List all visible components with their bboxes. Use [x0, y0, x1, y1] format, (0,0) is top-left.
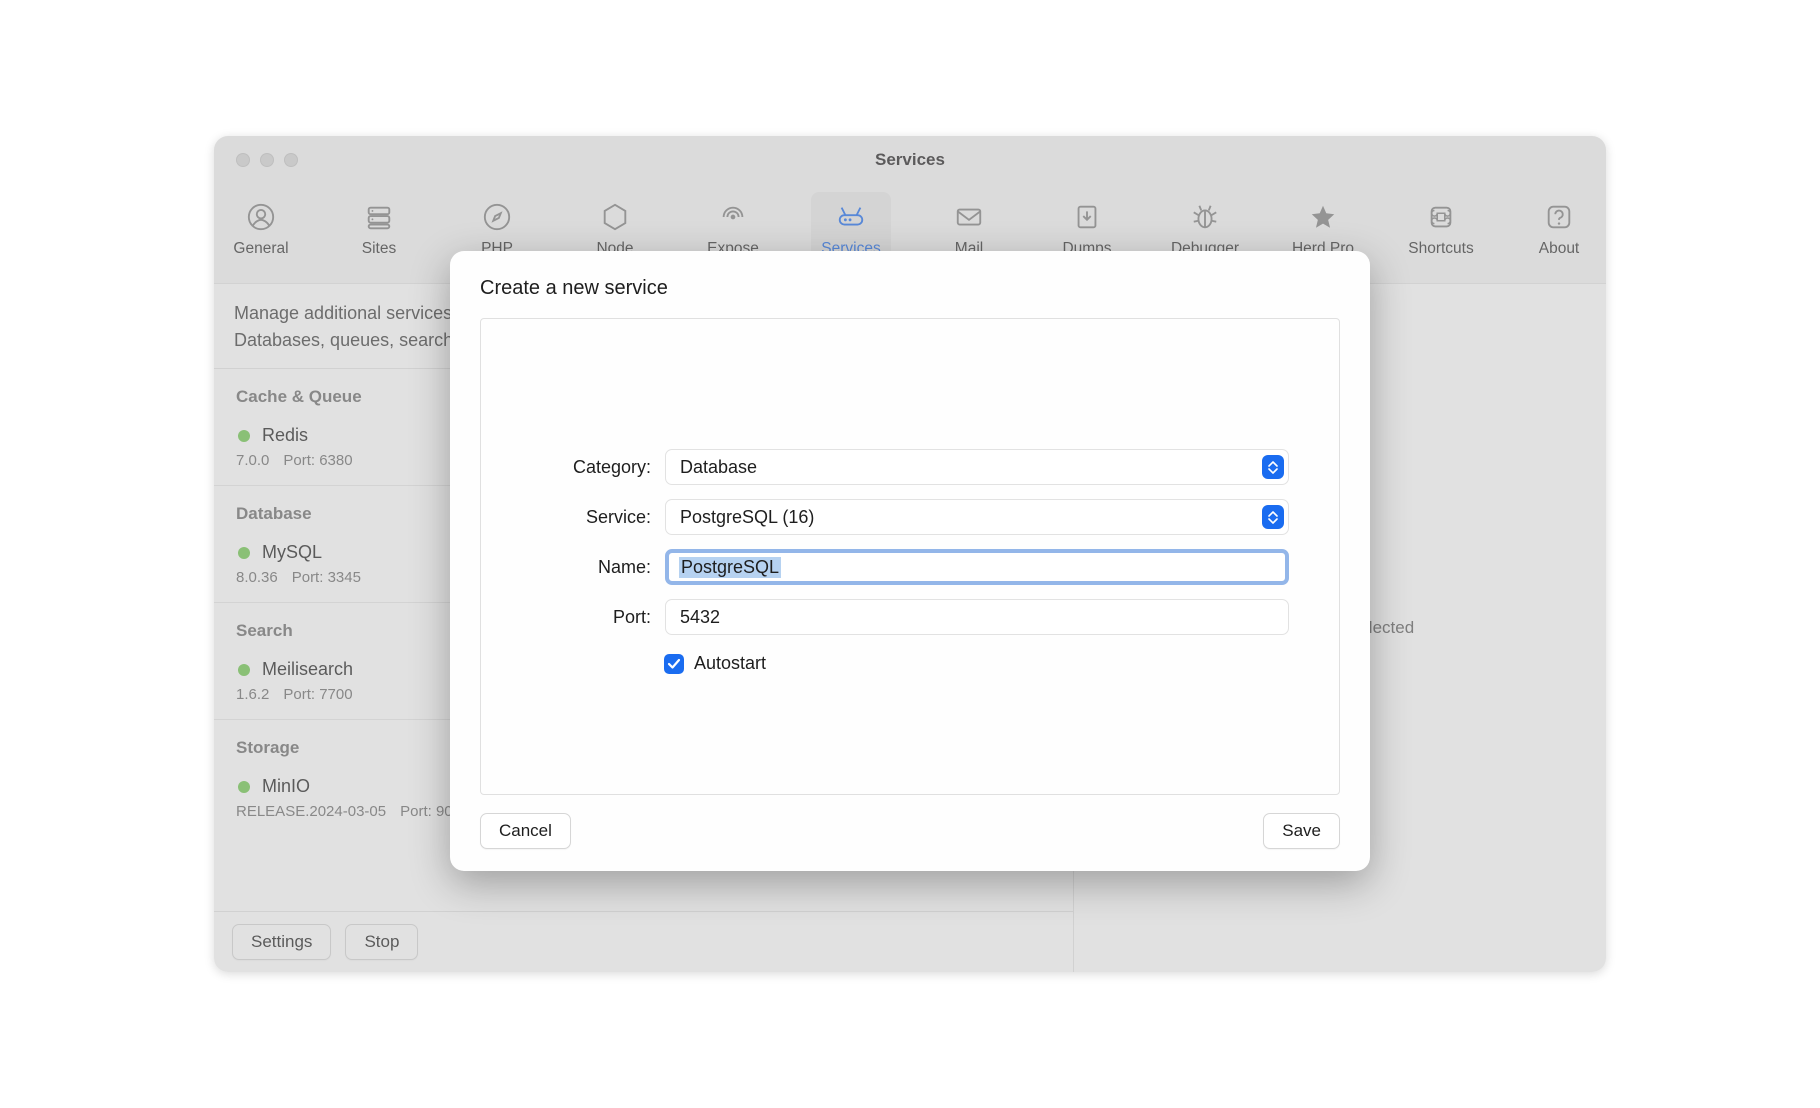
- save-button[interactable]: Save: [1263, 813, 1340, 849]
- service-label: Service:: [531, 507, 651, 528]
- zoom-traffic-light[interactable]: [284, 153, 298, 167]
- service-row: Service: PostgreSQL (16): [531, 499, 1289, 535]
- server-icon: [362, 200, 396, 234]
- cancel-button[interactable]: Cancel: [480, 813, 571, 849]
- name-label: Name:: [531, 557, 651, 578]
- bug-icon: [1188, 200, 1222, 234]
- download-doc-icon: [1070, 200, 1104, 234]
- tab-sites[interactable]: Sites: [339, 192, 419, 283]
- stop-button[interactable]: Stop: [345, 924, 418, 960]
- settings-button[interactable]: Settings: [232, 924, 331, 960]
- window-title: Services: [214, 150, 1606, 170]
- service-select[interactable]: PostgreSQL (16): [665, 499, 1289, 535]
- name-value: PostgreSQL: [679, 557, 781, 578]
- service-value: PostgreSQL (16): [680, 507, 814, 528]
- name-row: Name: PostgreSQL: [531, 549, 1289, 585]
- status-dot-icon: [238, 430, 250, 442]
- service-port: Port: 7700: [283, 686, 352, 703]
- category-row: Category: Database: [531, 449, 1289, 485]
- titlebar: Services: [214, 136, 1606, 184]
- star-icon: [1306, 200, 1340, 234]
- tab-general[interactable]: General: [221, 192, 301, 283]
- autostart-label: Autostart: [694, 653, 766, 674]
- port-input[interactable]: 5432: [665, 599, 1289, 635]
- left-footer: Settings Stop: [214, 911, 1073, 972]
- tab-label: Sites: [362, 240, 396, 258]
- service-name: Redis: [262, 425, 308, 446]
- status-dot-icon: [238, 664, 250, 676]
- select-stepper-icon[interactable]: [1262, 505, 1284, 529]
- service-name: MySQL: [262, 542, 322, 563]
- autostart-row: Autostart: [664, 653, 1289, 674]
- service-version: 1.6.2: [236, 686, 269, 703]
- tab-label: About: [1539, 240, 1580, 258]
- autostart-checkbox[interactable]: [664, 654, 684, 674]
- sonar-icon: [716, 200, 750, 234]
- app-window: Services GeneralSitesPHPNodeExposeServic…: [214, 136, 1606, 972]
- service-port: Port: 3345: [292, 569, 361, 586]
- service-name: MinIO: [262, 776, 310, 797]
- port-label: Port:: [531, 607, 651, 628]
- tab-label: General: [233, 240, 288, 258]
- traffic-lights: [214, 153, 298, 167]
- user-circle-icon: [244, 200, 278, 234]
- service-name: Meilisearch: [262, 659, 353, 680]
- hexagon-icon: [598, 200, 632, 234]
- category-select[interactable]: Database: [665, 449, 1289, 485]
- service-version: 7.0.0: [236, 452, 269, 469]
- status-dot-icon: [238, 781, 250, 793]
- help-icon: [1542, 200, 1576, 234]
- service-version: RELEASE.2024-03-05: [236, 803, 386, 820]
- command-icon: [1424, 200, 1458, 234]
- minimize-traffic-light[interactable]: [260, 153, 274, 167]
- category-value: Database: [680, 457, 757, 478]
- service-version: 8.0.36: [236, 569, 278, 586]
- select-stepper-icon[interactable]: [1262, 455, 1284, 479]
- port-row: Port: 5432: [531, 599, 1289, 635]
- name-input[interactable]: PostgreSQL: [665, 549, 1289, 585]
- service-port: Port: 6380: [283, 452, 352, 469]
- modal-footer: Cancel Save: [480, 813, 1340, 849]
- envelope-icon: [952, 200, 986, 234]
- tab-label: Shortcuts: [1408, 240, 1473, 258]
- router-icon: [834, 200, 868, 234]
- close-traffic-light[interactable]: [236, 153, 250, 167]
- modal-title: Create a new service: [480, 277, 1340, 300]
- status-dot-icon: [238, 547, 250, 559]
- create-service-modal: Create a new service Category: Database …: [450, 251, 1370, 871]
- tab-about[interactable]: About: [1519, 192, 1599, 283]
- compass-icon: [480, 200, 514, 234]
- port-value: 5432: [680, 607, 720, 628]
- tab-shortcuts[interactable]: Shortcuts: [1401, 192, 1481, 283]
- category-label: Category:: [531, 457, 651, 478]
- modal-form: Category: Database Service: PostgreSQL (…: [480, 318, 1340, 795]
